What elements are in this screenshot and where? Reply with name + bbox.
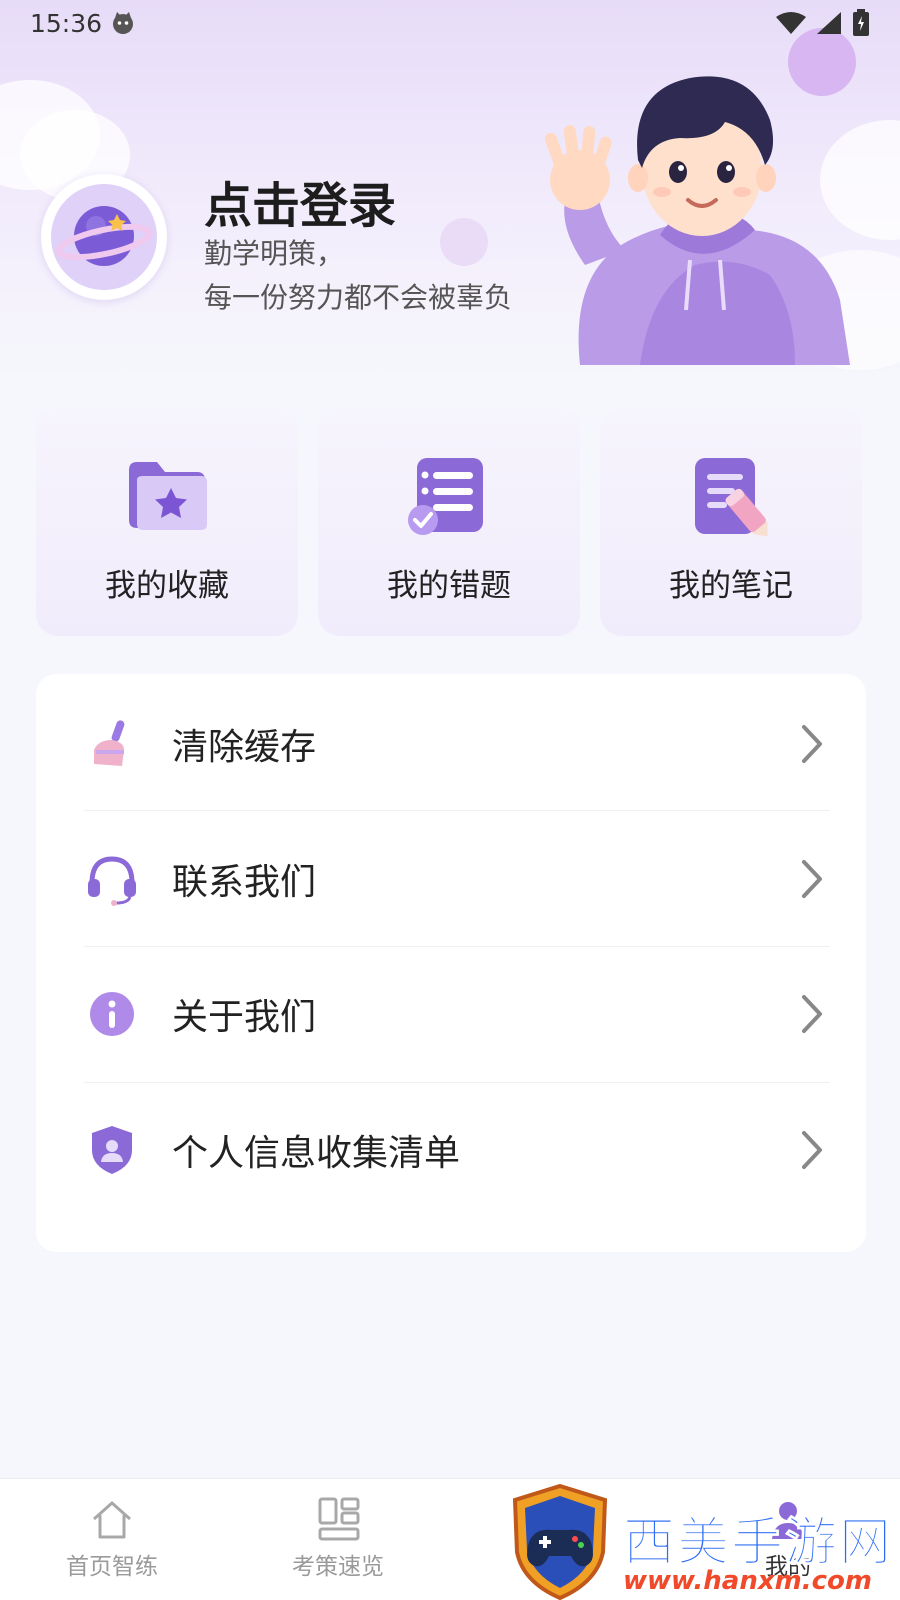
shield-user-icon [84,1122,140,1178]
grid-icon [318,1497,360,1541]
chevron-right-icon [802,860,822,898]
tab-mine-label: 我的 [765,1554,811,1580]
info-icon [84,986,140,1042]
waving-character-illustration [544,76,850,365]
motto-line-1: 勤学明策， [204,237,345,270]
battery-icon [853,9,869,36]
tab-home[interactable]: 首页智练 [32,1479,192,1600]
bottom-tab-bar: 首页智练 考策速览 我的 [0,1478,900,1600]
menu-clear-cache-label: 清除缓存 [172,727,317,768]
settings-menu: 清除缓存 联系我们 关于我们 个人信息收集清单 [36,674,866,1252]
quick-mistakes-label: 我的错题 [387,568,511,604]
quick-favorites-label: 我的收藏 [105,568,229,604]
planet-avatar-icon [51,184,157,290]
status-time: 15:36 [30,8,103,38]
tab-overview-label: 考策速览 [292,1554,384,1580]
motto: 勤学明策， 每一份努力都不会被辜负 [204,232,512,320]
wifi-icon [776,12,806,34]
tab-home-label: 首页智练 [66,1554,158,1580]
menu-personal-info-list[interactable]: 个人信息收集清单 [36,1082,866,1218]
chevron-right-icon [802,1131,822,1169]
motto-line-2: 每一份努力都不会被辜负 [204,281,513,314]
menu-clear-cache[interactable]: 清除缓存 [36,676,866,812]
home-icon [93,1501,131,1539]
profile-header: 15:36 点击登录 勤学明策， 每一份努力都不会被辜负 [0,0,900,380]
menu-personal-info-list-label: 个人信息收集清单 [172,1133,461,1174]
quick-favorites[interactable]: 我的收藏 [36,408,298,636]
quick-notes[interactable]: 我的笔记 [600,408,862,636]
checklist-icon [408,458,483,535]
quick-notes-label: 我的笔记 [669,568,793,604]
notepad-pencil-icon [695,458,768,537]
menu-contact-us[interactable]: 联系我们 [36,811,866,947]
status-bar: 15:36 [0,0,900,46]
quick-mistakes[interactable]: 我的错题 [318,408,580,636]
star-folder-icon [129,462,207,530]
user-icon [772,1502,804,1539]
tab-overview[interactable]: 考策速览 [258,1479,418,1600]
avatar[interactable] [41,174,167,300]
cat-notification-icon [113,12,134,34]
headset-icon [84,851,140,907]
broom-icon [84,716,140,772]
menu-contact-us-label: 联系我们 [172,862,317,903]
chevron-right-icon [802,725,822,763]
menu-about-us[interactable]: 关于我们 [36,946,866,1082]
signal-icon [817,12,841,34]
chevron-right-icon [802,995,822,1033]
menu-about-us-label: 关于我们 [172,997,317,1038]
tab-mine[interactable]: 我的 [708,1479,868,1600]
login-title[interactable]: 点击登录 [204,166,396,236]
